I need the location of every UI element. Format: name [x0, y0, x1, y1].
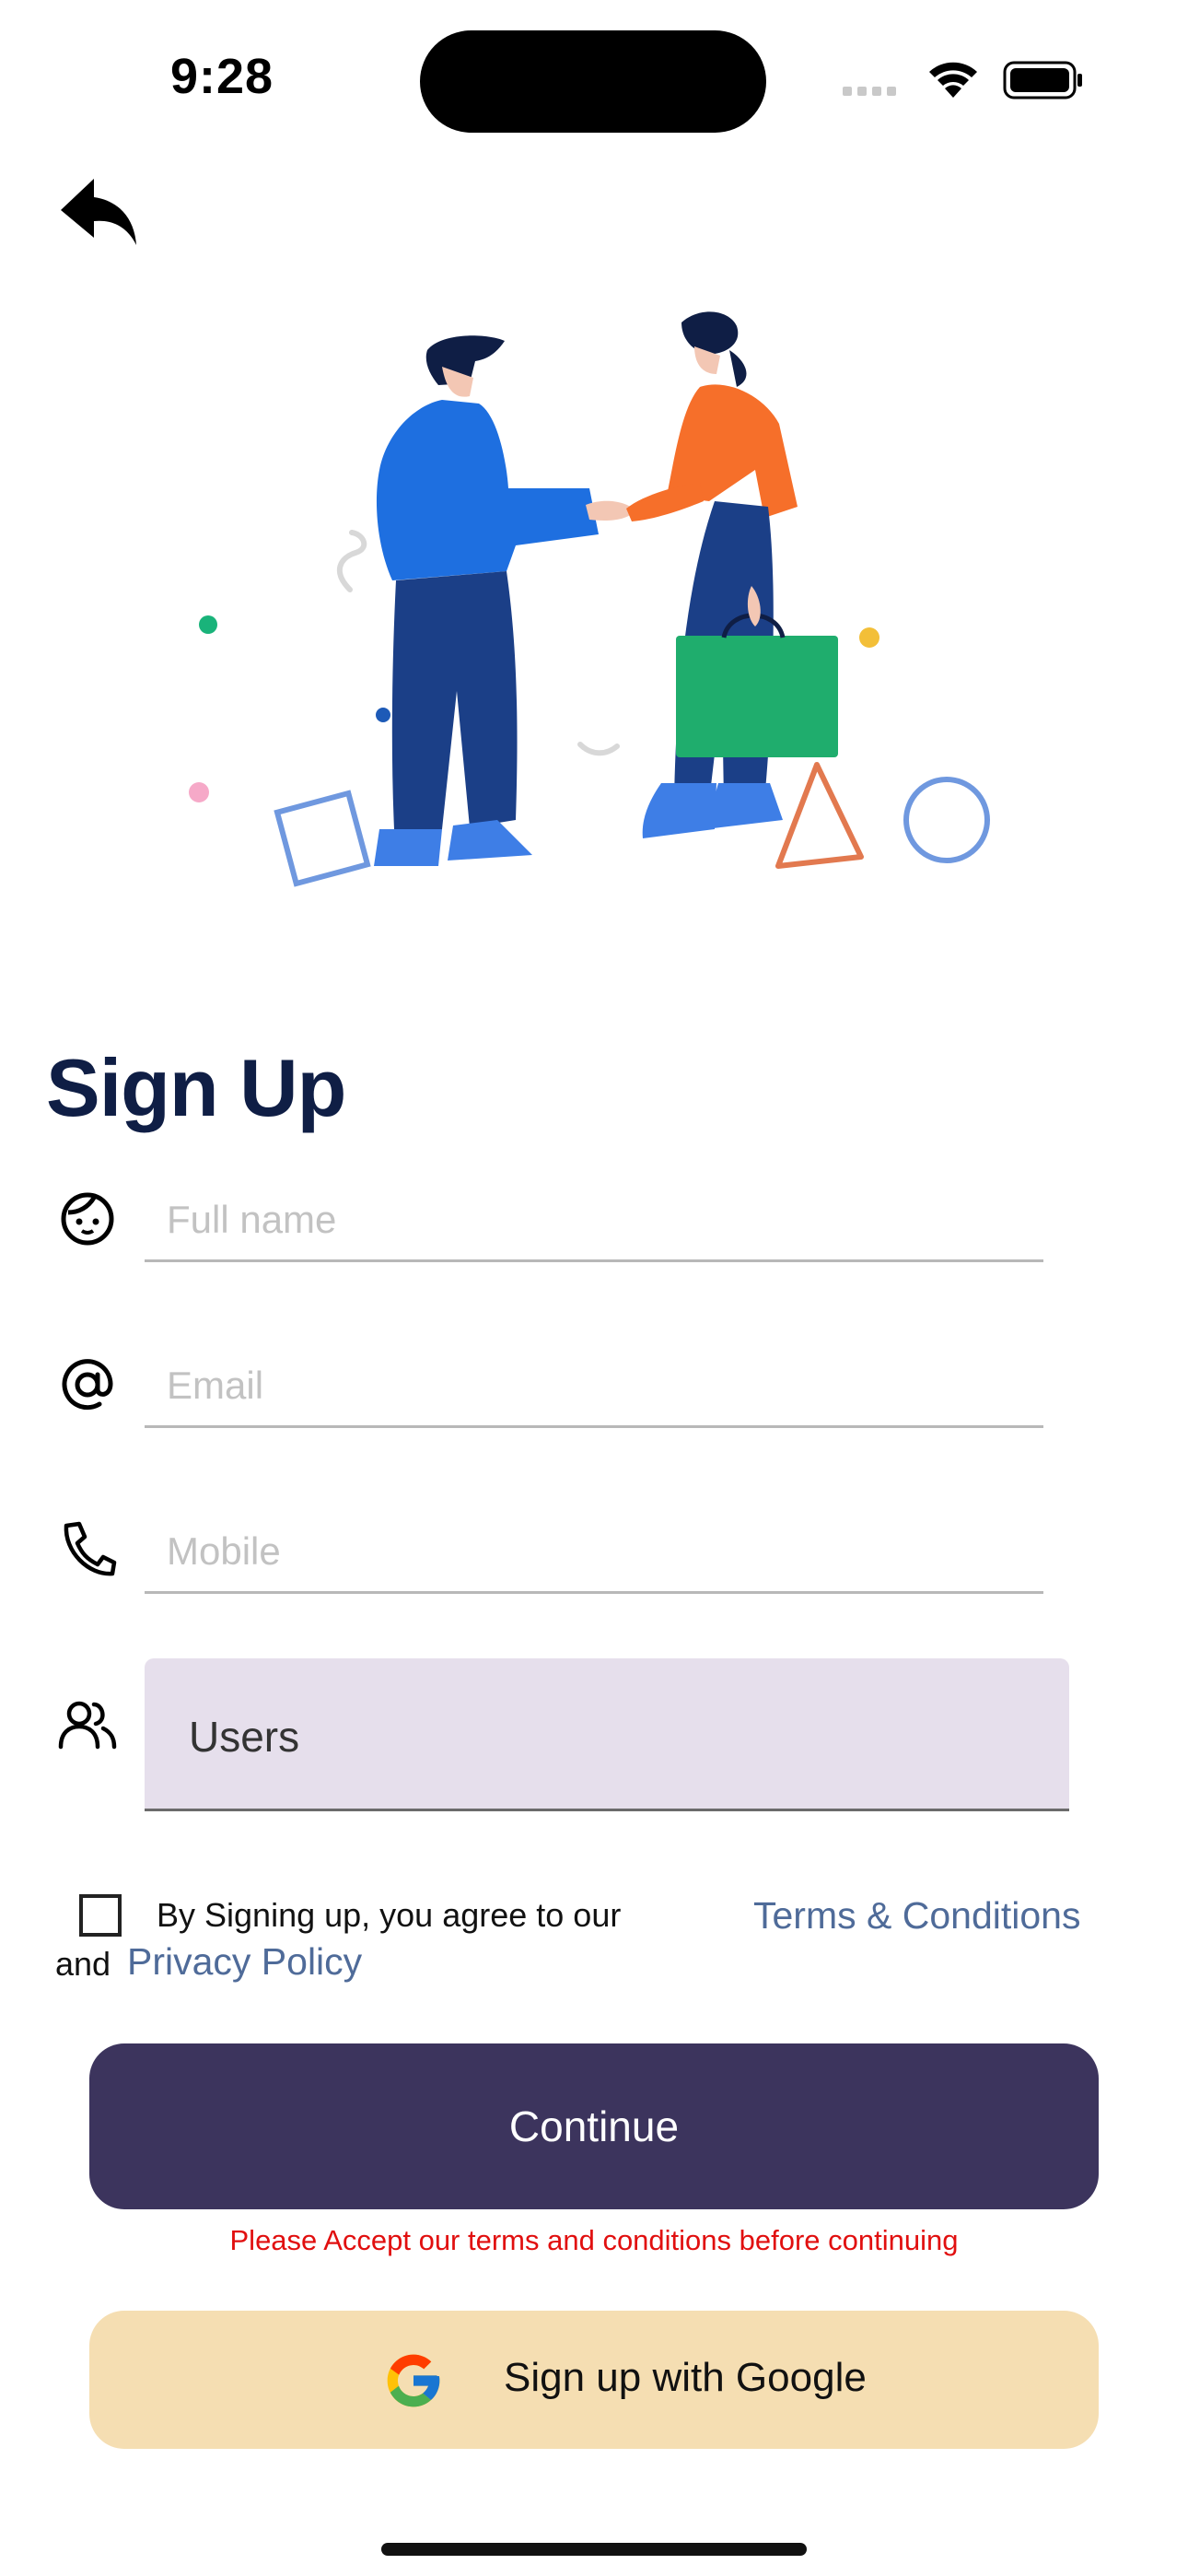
privacy-policy-link[interactable]: Privacy Policy	[127, 1940, 362, 1984]
continue-button[interactable]: Continue	[89, 2043, 1099, 2209]
phone-icon	[64, 1521, 117, 1576]
user-type-value: Users	[189, 1713, 300, 1761]
full-name-field[interactable]	[145, 1179, 1043, 1262]
at-sign-icon	[62, 1359, 113, 1411]
terms-checkbox[interactable]	[79, 1894, 122, 1937]
users-icon	[58, 1701, 117, 1750]
agreement-and-text: and	[55, 1945, 111, 1983]
email-field[interactable]	[145, 1345, 1043, 1428]
user-type-select[interactable]: Users	[145, 1658, 1069, 1811]
home-indicator[interactable]	[381, 2543, 807, 2556]
handshake-illustration	[189, 311, 990, 887]
terms-error-message: Please Accept our terms and conditions b…	[229, 2224, 959, 2256]
google-signup-label: Sign up with Google	[504, 2355, 867, 2400]
agreement-text: By Signing up, you agree to our	[157, 1896, 622, 1934]
terms-conditions-link[interactable]: Terms & Conditions	[753, 1894, 1080, 1938]
mobile-field[interactable]	[145, 1511, 1043, 1594]
face-icon	[61, 1192, 114, 1246]
dynamic-island	[420, 30, 766, 133]
full-name-input[interactable]	[145, 1179, 1043, 1259]
wifi-icon	[929, 62, 977, 98]
person-right	[626, 311, 838, 838]
battery-icon	[1003, 61, 1082, 100]
google-signup-button[interactable]: Sign up with Google	[89, 2311, 1099, 2449]
page-title: Sign Up	[46, 1042, 346, 1133]
back-reply-icon[interactable]	[57, 171, 140, 254]
google-logo-icon	[387, 2354, 440, 2407]
mobile-input[interactable]	[145, 1511, 1043, 1591]
status-time: 9:28	[170, 49, 274, 104]
email-input[interactable]	[145, 1345, 1043, 1425]
status-icons	[843, 61, 1082, 100]
cellular-signal-icon	[843, 87, 896, 96]
person-left	[374, 335, 635, 866]
